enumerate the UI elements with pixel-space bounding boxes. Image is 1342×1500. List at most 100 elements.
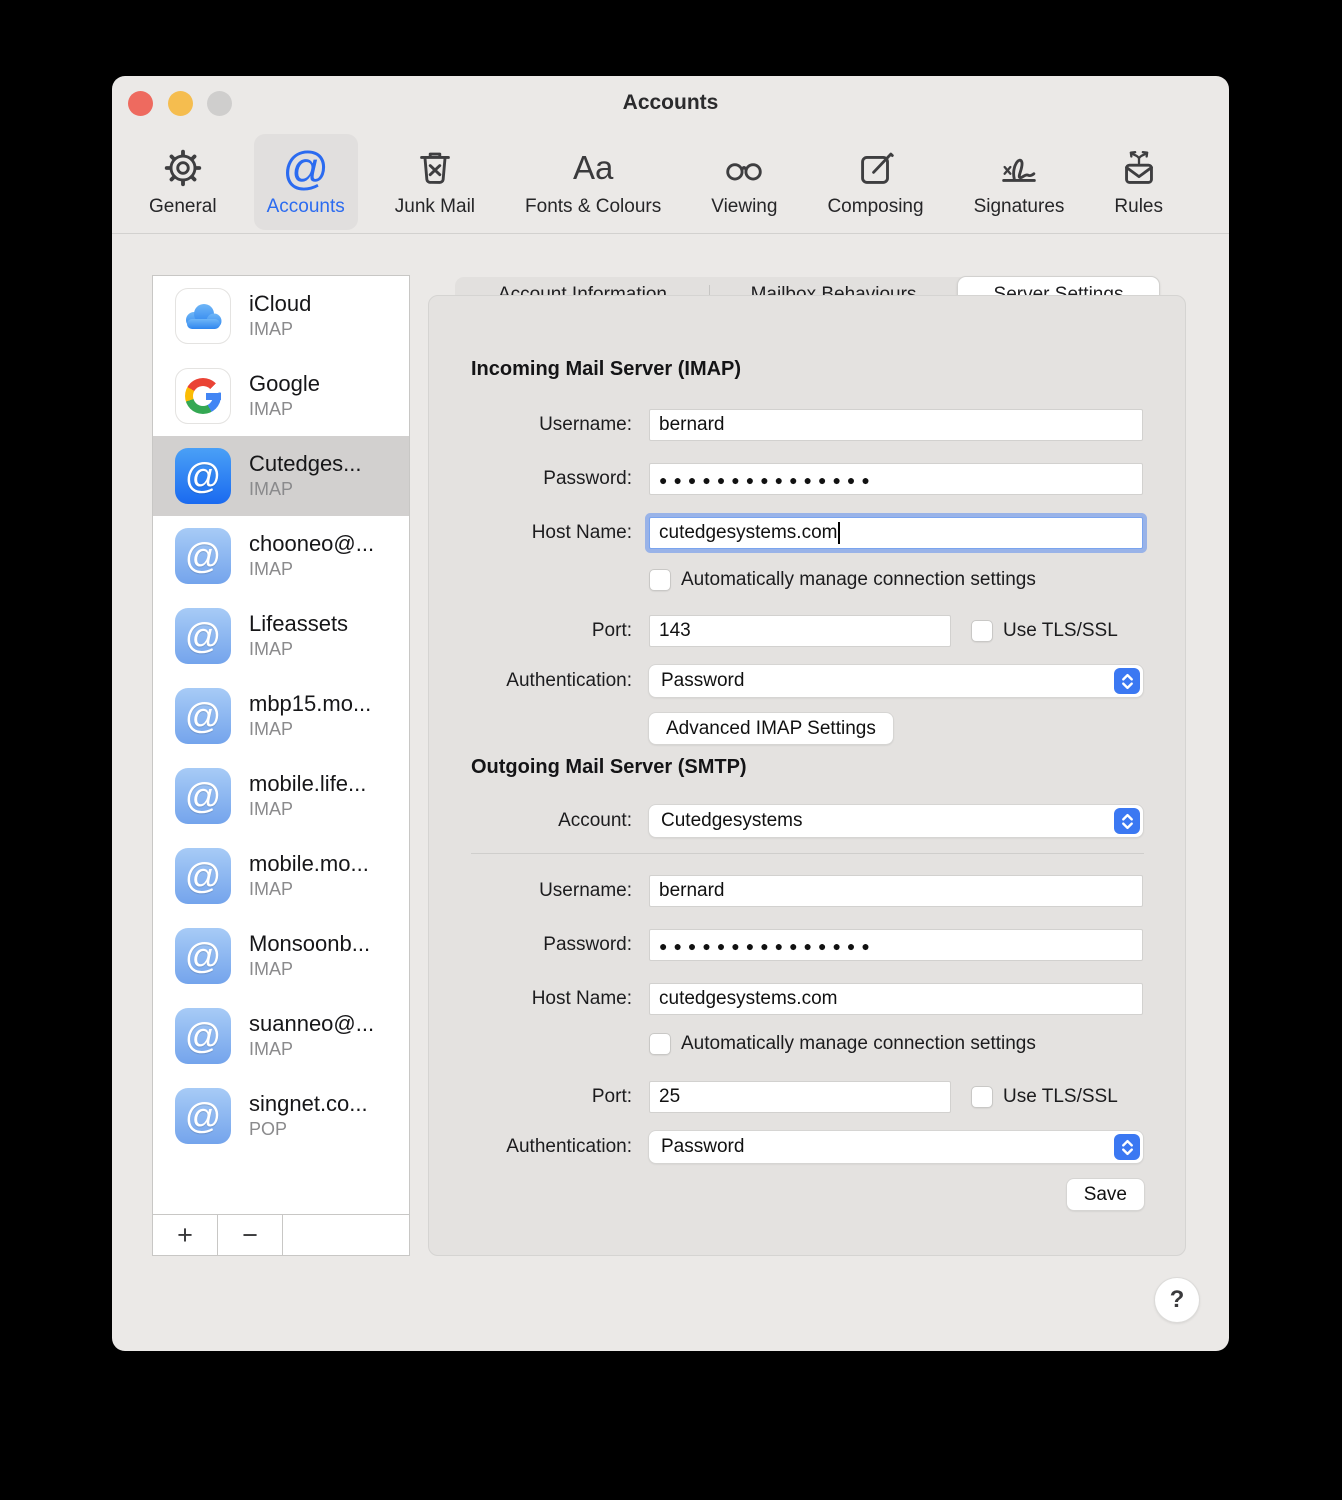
trash-x-icon — [412, 142, 458, 194]
password-label: Password: — [429, 468, 632, 490]
toolbar-item-general[interactable]: General — [136, 134, 230, 230]
tls-label: Use TLS/SSL — [1003, 620, 1118, 642]
incoming-host-field[interactable]: cutedgesystems.com — [649, 517, 1143, 549]
auto-manage-label: Automatically manage connection settings — [681, 569, 1036, 591]
toolbar-item-fonts-colours[interactable]: Aa Fonts & Colours — [512, 134, 674, 230]
outgoing-username-field[interactable]: bernard — [649, 875, 1143, 907]
account-name: Lifeassets — [249, 611, 348, 637]
preferences-toolbar: General @ Accounts Junk Mail Aa Fonts & … — [136, 130, 1176, 230]
toolbar-label: Signatures — [974, 196, 1065, 218]
tls-label: Use TLS/SSL — [1003, 1086, 1118, 1108]
account-type: IMAP — [249, 639, 348, 661]
toolbar-label: Fonts & Colours — [525, 196, 661, 218]
at-account-icon: @ — [175, 528, 231, 584]
text-caret — [838, 522, 840, 544]
incoming-tls-checkbox[interactable] — [971, 620, 993, 642]
account-name: mbp15.mo... — [249, 691, 371, 717]
account-type: IMAP — [249, 559, 374, 581]
account-row-mbp15[interactable]: @ mbp15.mo... IMAP — [153, 676, 409, 756]
window-title: Accounts — [112, 91, 1229, 115]
outgoing-host-field[interactable]: cutedgesystems.com — [649, 983, 1143, 1015]
account-name: Monsoonb... — [249, 931, 370, 957]
auto-manage-label: Automatically manage connection settings — [681, 1033, 1036, 1055]
toolbar-divider — [112, 233, 1229, 234]
password-label: Password: — [429, 934, 632, 956]
outgoing-section-heading: Outgoing Mail Server (SMTP) — [471, 756, 747, 779]
stepper-icon — [1114, 808, 1140, 834]
stepper-icon — [1114, 668, 1140, 694]
account-type: IMAP — [249, 1039, 374, 1061]
toolbar-item-composing[interactable]: Composing — [814, 134, 936, 230]
outgoing-auto-manage-checkbox[interactable] — [649, 1033, 671, 1055]
outgoing-tls-checkbox[interactable] — [971, 1086, 993, 1108]
incoming-section-heading: Incoming Mail Server (IMAP) — [471, 358, 741, 381]
envelope-arrows-icon — [1116, 142, 1162, 194]
at-account-icon: @ — [175, 768, 231, 824]
account-row-google[interactable]: Google IMAP — [153, 356, 409, 436]
account-row-icloud[interactable]: iCloud IMAP — [153, 276, 409, 356]
account-name: Cutedges... — [249, 451, 362, 477]
toolbar-item-signatures[interactable]: Signatures — [961, 134, 1078, 230]
account-row-mobile-life[interactable]: @ mobile.life... IMAP — [153, 756, 409, 836]
glasses-icon — [720, 142, 768, 194]
port-label: Port: — [429, 620, 632, 642]
icloud-icon — [175, 288, 231, 344]
at-account-icon: @ — [175, 1008, 231, 1064]
remove-account-button[interactable]: − — [218, 1215, 283, 1255]
titlebar: Accounts — [112, 76, 1229, 134]
at-account-icon: @ — [175, 1088, 231, 1144]
incoming-port-field[interactable]: 143 — [649, 615, 951, 647]
account-type: IMAP — [249, 799, 366, 821]
toolbar-label: General — [149, 196, 217, 218]
at-account-icon: @ — [175, 848, 231, 904]
account-row-suanneo[interactable]: @ suanneo@... IMAP — [153, 996, 409, 1076]
account-row-chooneo[interactable]: @ chooneo@... IMAP — [153, 516, 409, 596]
toolbar-item-junk-mail[interactable]: Junk Mail — [382, 134, 488, 230]
account-name: Google — [249, 371, 320, 397]
signature-icon — [995, 142, 1043, 194]
add-account-button[interactable]: + — [153, 1215, 218, 1255]
account-type: POP — [249, 1119, 368, 1141]
account-name: mobile.mo... — [249, 851, 369, 877]
toolbar-label: Rules — [1114, 196, 1163, 218]
account-row-monsoonb[interactable]: @ Monsoonb... IMAP — [153, 916, 409, 996]
mail-preferences-window: Accounts General @ Accounts Junk — [112, 76, 1229, 1351]
outgoing-password-field[interactable]: ●●●●●●●●●●●●●●● — [649, 929, 1143, 961]
account-name: iCloud — [249, 291, 311, 317]
toolbar-item-viewing[interactable]: Viewing — [698, 134, 790, 230]
account-name: chooneo@... — [249, 531, 374, 557]
server-settings-panel: Incoming Mail Server (IMAP) Username: be… — [428, 295, 1186, 1256]
account-type: IMAP — [249, 879, 369, 901]
outgoing-authentication-dropdown[interactable]: Password — [649, 1131, 1143, 1163]
at-account-icon: @ — [175, 608, 231, 664]
section-divider — [471, 853, 1144, 854]
advanced-imap-settings-button[interactable]: Advanced IMAP Settings — [649, 713, 893, 744]
incoming-username-field[interactable]: bernard — [649, 409, 1143, 441]
account-row-lifeassets[interactable]: @ Lifeassets IMAP — [153, 596, 409, 676]
toolbar-item-accounts[interactable]: @ Accounts — [254, 134, 358, 230]
sidebar-footer: + − — [153, 1214, 409, 1255]
authentication-label: Authentication: — [429, 670, 632, 692]
username-label: Username: — [429, 880, 632, 902]
toolbar-label: Composing — [827, 196, 923, 218]
at-account-icon: @ — [175, 928, 231, 984]
incoming-auto-manage-checkbox[interactable] — [649, 569, 671, 591]
account-row-mobile-mo[interactable]: @ mobile.mo... IMAP — [153, 836, 409, 916]
account-row-singnet[interactable]: @ singnet.co... POP — [153, 1076, 409, 1156]
fonts-icon: Aa — [573, 142, 613, 194]
account-row-cutedges[interactable]: @ Cutedges... IMAP — [153, 436, 409, 516]
stepper-icon — [1114, 1134, 1140, 1160]
toolbar-label: Junk Mail — [395, 196, 475, 218]
incoming-authentication-dropdown[interactable]: Password — [649, 665, 1143, 697]
accounts-sidebar: iCloud IMAP Google IMAP @ Cutedges... IM… — [152, 275, 410, 1256]
compose-icon — [853, 142, 899, 194]
save-button[interactable]: Save — [1067, 1179, 1144, 1210]
outgoing-port-field[interactable]: 25 — [649, 1081, 951, 1113]
host-name-label: Host Name: — [429, 522, 632, 544]
account-type: IMAP — [249, 399, 320, 421]
toolbar-item-rules[interactable]: Rules — [1101, 134, 1176, 230]
incoming-password-field[interactable]: ●●●●●●●●●●●●●●● — [649, 463, 1143, 495]
at-account-icon: @ — [175, 688, 231, 744]
help-button[interactable]: ? — [1155, 1278, 1199, 1322]
outgoing-account-dropdown[interactable]: Cutedgesystems — [649, 805, 1143, 837]
